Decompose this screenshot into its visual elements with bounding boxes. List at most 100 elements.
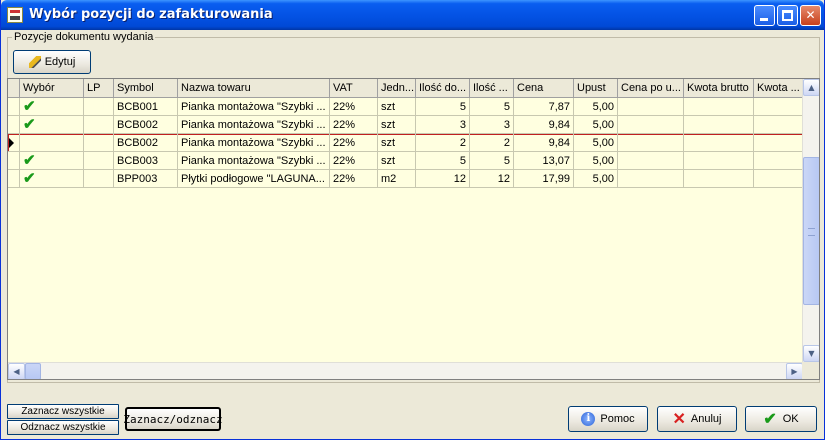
column-header[interactable]: Kwota ... bbox=[754, 79, 803, 98]
cell-qty-to[interactable]: 2 bbox=[416, 134, 470, 152]
column-header[interactable]: Ilość ... bbox=[470, 79, 514, 98]
cell-name[interactable]: Płytki podłogowe "LAGUNA... bbox=[178, 170, 330, 188]
cell-vat[interactable]: 22% bbox=[330, 98, 378, 116]
cell-unit[interactable]: szt bbox=[378, 134, 416, 152]
cell-gross[interactable] bbox=[684, 170, 754, 188]
close-button[interactable]: ✕ bbox=[800, 5, 821, 26]
cell-unit[interactable]: m2 bbox=[378, 170, 416, 188]
items-grid[interactable]: Wybór LP Symbol Nazwa towaru VAT Jedn... Ilość… bbox=[7, 78, 820, 380]
title-bar[interactable]: Wybór pozycji do zafakturowania ✕ bbox=[1, 0, 824, 30]
cell-name[interactable]: Pianka montażowa "Szybki ... bbox=[178, 116, 330, 134]
select-cell[interactable]: ✔ bbox=[20, 152, 84, 170]
cell-lp[interactable] bbox=[84, 134, 114, 152]
cell-amount[interactable] bbox=[754, 98, 803, 116]
cell-qty[interactable]: 3 bbox=[470, 116, 514, 134]
table-row[interactable]: ✔ BCB002 Pianka montażowa "Szybki ... 22% sz… bbox=[8, 116, 803, 134]
cell-qty-to[interactable]: 5 bbox=[416, 98, 470, 116]
cell-qty-to[interactable]: 12 bbox=[416, 170, 470, 188]
cell-symbol[interactable]: BCB002 bbox=[114, 134, 178, 152]
cell-unit[interactable]: szt bbox=[378, 152, 416, 170]
cell-qty-to[interactable]: 5 bbox=[416, 152, 470, 170]
table-row[interactable]: ✔ BCB003 Pianka montażowa "Szybki ... 22% sz… bbox=[8, 152, 803, 170]
vertical-scroll-thumb[interactable] bbox=[803, 157, 819, 305]
cell-price[interactable]: 13,07 bbox=[514, 152, 574, 170]
scroll-up-button[interactable]: ▲ bbox=[803, 79, 819, 96]
cell-amount[interactable] bbox=[754, 170, 803, 188]
select-cell[interactable]: ✔ bbox=[20, 170, 84, 188]
cell-price-after[interactable] bbox=[618, 116, 684, 134]
table-row[interactable]: ✔ BPP003 Płytki podłogowe "LAGUNA... 22% m2 1… bbox=[8, 170, 803, 188]
scroll-left-button[interactable]: ◀ bbox=[8, 363, 25, 379]
cell-price[interactable]: 9,84 bbox=[514, 116, 574, 134]
scroll-right-button[interactable]: ▶ bbox=[786, 363, 803, 379]
cell-unit[interactable]: szt bbox=[378, 116, 416, 134]
cell-price[interactable]: 17,99 bbox=[514, 170, 574, 188]
cell-vat[interactable]: 22% bbox=[330, 116, 378, 134]
cell-amount[interactable] bbox=[754, 134, 803, 152]
cell-symbol[interactable]: BCB003 bbox=[114, 152, 178, 170]
cell-discount[interactable]: 5,00 bbox=[574, 98, 618, 116]
edit-button[interactable]: Edytuj bbox=[13, 50, 91, 74]
cell-name[interactable]: Pianka montażowa "Szybki ... bbox=[178, 134, 330, 152]
cell-gross[interactable] bbox=[684, 116, 754, 134]
cell-vat[interactable]: 22% bbox=[330, 170, 378, 188]
cell-gross[interactable] bbox=[684, 134, 754, 152]
cell-price-after[interactable] bbox=[618, 152, 684, 170]
cell-gross[interactable] bbox=[684, 98, 754, 116]
select-cell[interactable]: ✔ bbox=[20, 98, 84, 116]
column-header[interactable]: Jedn... bbox=[378, 79, 416, 98]
cell-lp[interactable] bbox=[84, 170, 114, 188]
cell-qty[interactable]: 2 bbox=[470, 134, 514, 152]
cell-gross[interactable] bbox=[684, 152, 754, 170]
cell-price-after[interactable] bbox=[618, 134, 684, 152]
horizontal-scroll-thumb[interactable] bbox=[25, 363, 41, 379]
select-all-button[interactable]: Zaznacz wszystkie bbox=[7, 404, 119, 419]
cell-name[interactable]: Pianka montażowa "Szybki ... bbox=[178, 98, 330, 116]
cell-qty[interactable]: 5 bbox=[470, 152, 514, 170]
cell-symbol[interactable]: BCB001 bbox=[114, 98, 178, 116]
column-header[interactable]: Ilość do... bbox=[416, 79, 470, 98]
cell-discount[interactable]: 5,00 bbox=[574, 134, 618, 152]
cell-lp[interactable] bbox=[84, 98, 114, 116]
cell-amount[interactable] bbox=[754, 116, 803, 134]
cell-discount[interactable]: 5,00 bbox=[574, 170, 618, 188]
horizontal-scrollbar[interactable]: ◀ ▶ bbox=[8, 362, 803, 379]
maximize-button[interactable] bbox=[777, 5, 798, 26]
ok-button[interactable]: ✔ OK bbox=[745, 406, 817, 432]
cell-price-after[interactable] bbox=[618, 98, 684, 116]
cell-vat[interactable]: 22% bbox=[330, 152, 378, 170]
column-header[interactable]: Symbol bbox=[114, 79, 178, 98]
cell-price[interactable]: 7,87 bbox=[514, 98, 574, 116]
cell-price[interactable]: 9,84 bbox=[514, 134, 574, 152]
column-header[interactable]: Cena bbox=[514, 79, 574, 98]
minimize-button[interactable] bbox=[754, 5, 775, 26]
select-cell[interactable] bbox=[20, 134, 84, 152]
toggle-selection-button[interactable]: Zaznacz/odznacz bbox=[123, 407, 223, 431]
vertical-scrollbar[interactable]: ▲ ▼ bbox=[802, 79, 819, 362]
column-header[interactable]: Cena po u... bbox=[618, 79, 684, 98]
cell-unit[interactable]: szt bbox=[378, 98, 416, 116]
cell-discount[interactable]: 5,00 bbox=[574, 116, 618, 134]
cell-qty-to[interactable]: 3 bbox=[416, 116, 470, 134]
column-header[interactable]: VAT bbox=[330, 79, 378, 98]
table-row[interactable]: ✔ BCB001 Pianka montażowa "Szybki ... 22% sz… bbox=[8, 98, 803, 116]
cell-price-after[interactable] bbox=[618, 170, 684, 188]
cell-lp[interactable] bbox=[84, 152, 114, 170]
cell-discount[interactable]: 5,00 bbox=[574, 152, 618, 170]
cancel-button[interactable]: ✕ Anuluj bbox=[657, 406, 737, 432]
cell-lp[interactable] bbox=[84, 116, 114, 134]
column-header[interactable]: Wybór bbox=[20, 79, 84, 98]
cell-symbol[interactable]: BCB002 bbox=[114, 116, 178, 134]
cell-amount[interactable] bbox=[754, 152, 803, 170]
cell-vat[interactable]: 22% bbox=[330, 134, 378, 152]
cell-symbol[interactable]: BPP003 bbox=[114, 170, 178, 188]
scroll-down-button[interactable]: ▼ bbox=[803, 345, 819, 362]
deselect-all-button[interactable]: Odznacz wszystkie bbox=[7, 420, 119, 435]
column-header[interactable]: Kwota brutto bbox=[684, 79, 754, 98]
cell-qty[interactable]: 5 bbox=[470, 98, 514, 116]
table-row[interactable]: BCB002 Pianka montażowa "Szybki ... 22% szt… bbox=[8, 134, 803, 152]
select-cell[interactable]: ✔ bbox=[20, 116, 84, 134]
cell-name[interactable]: Pianka montażowa "Szybki ... bbox=[178, 152, 330, 170]
column-header[interactable]: LP bbox=[84, 79, 114, 98]
column-header[interactable]: Upust bbox=[574, 79, 618, 98]
